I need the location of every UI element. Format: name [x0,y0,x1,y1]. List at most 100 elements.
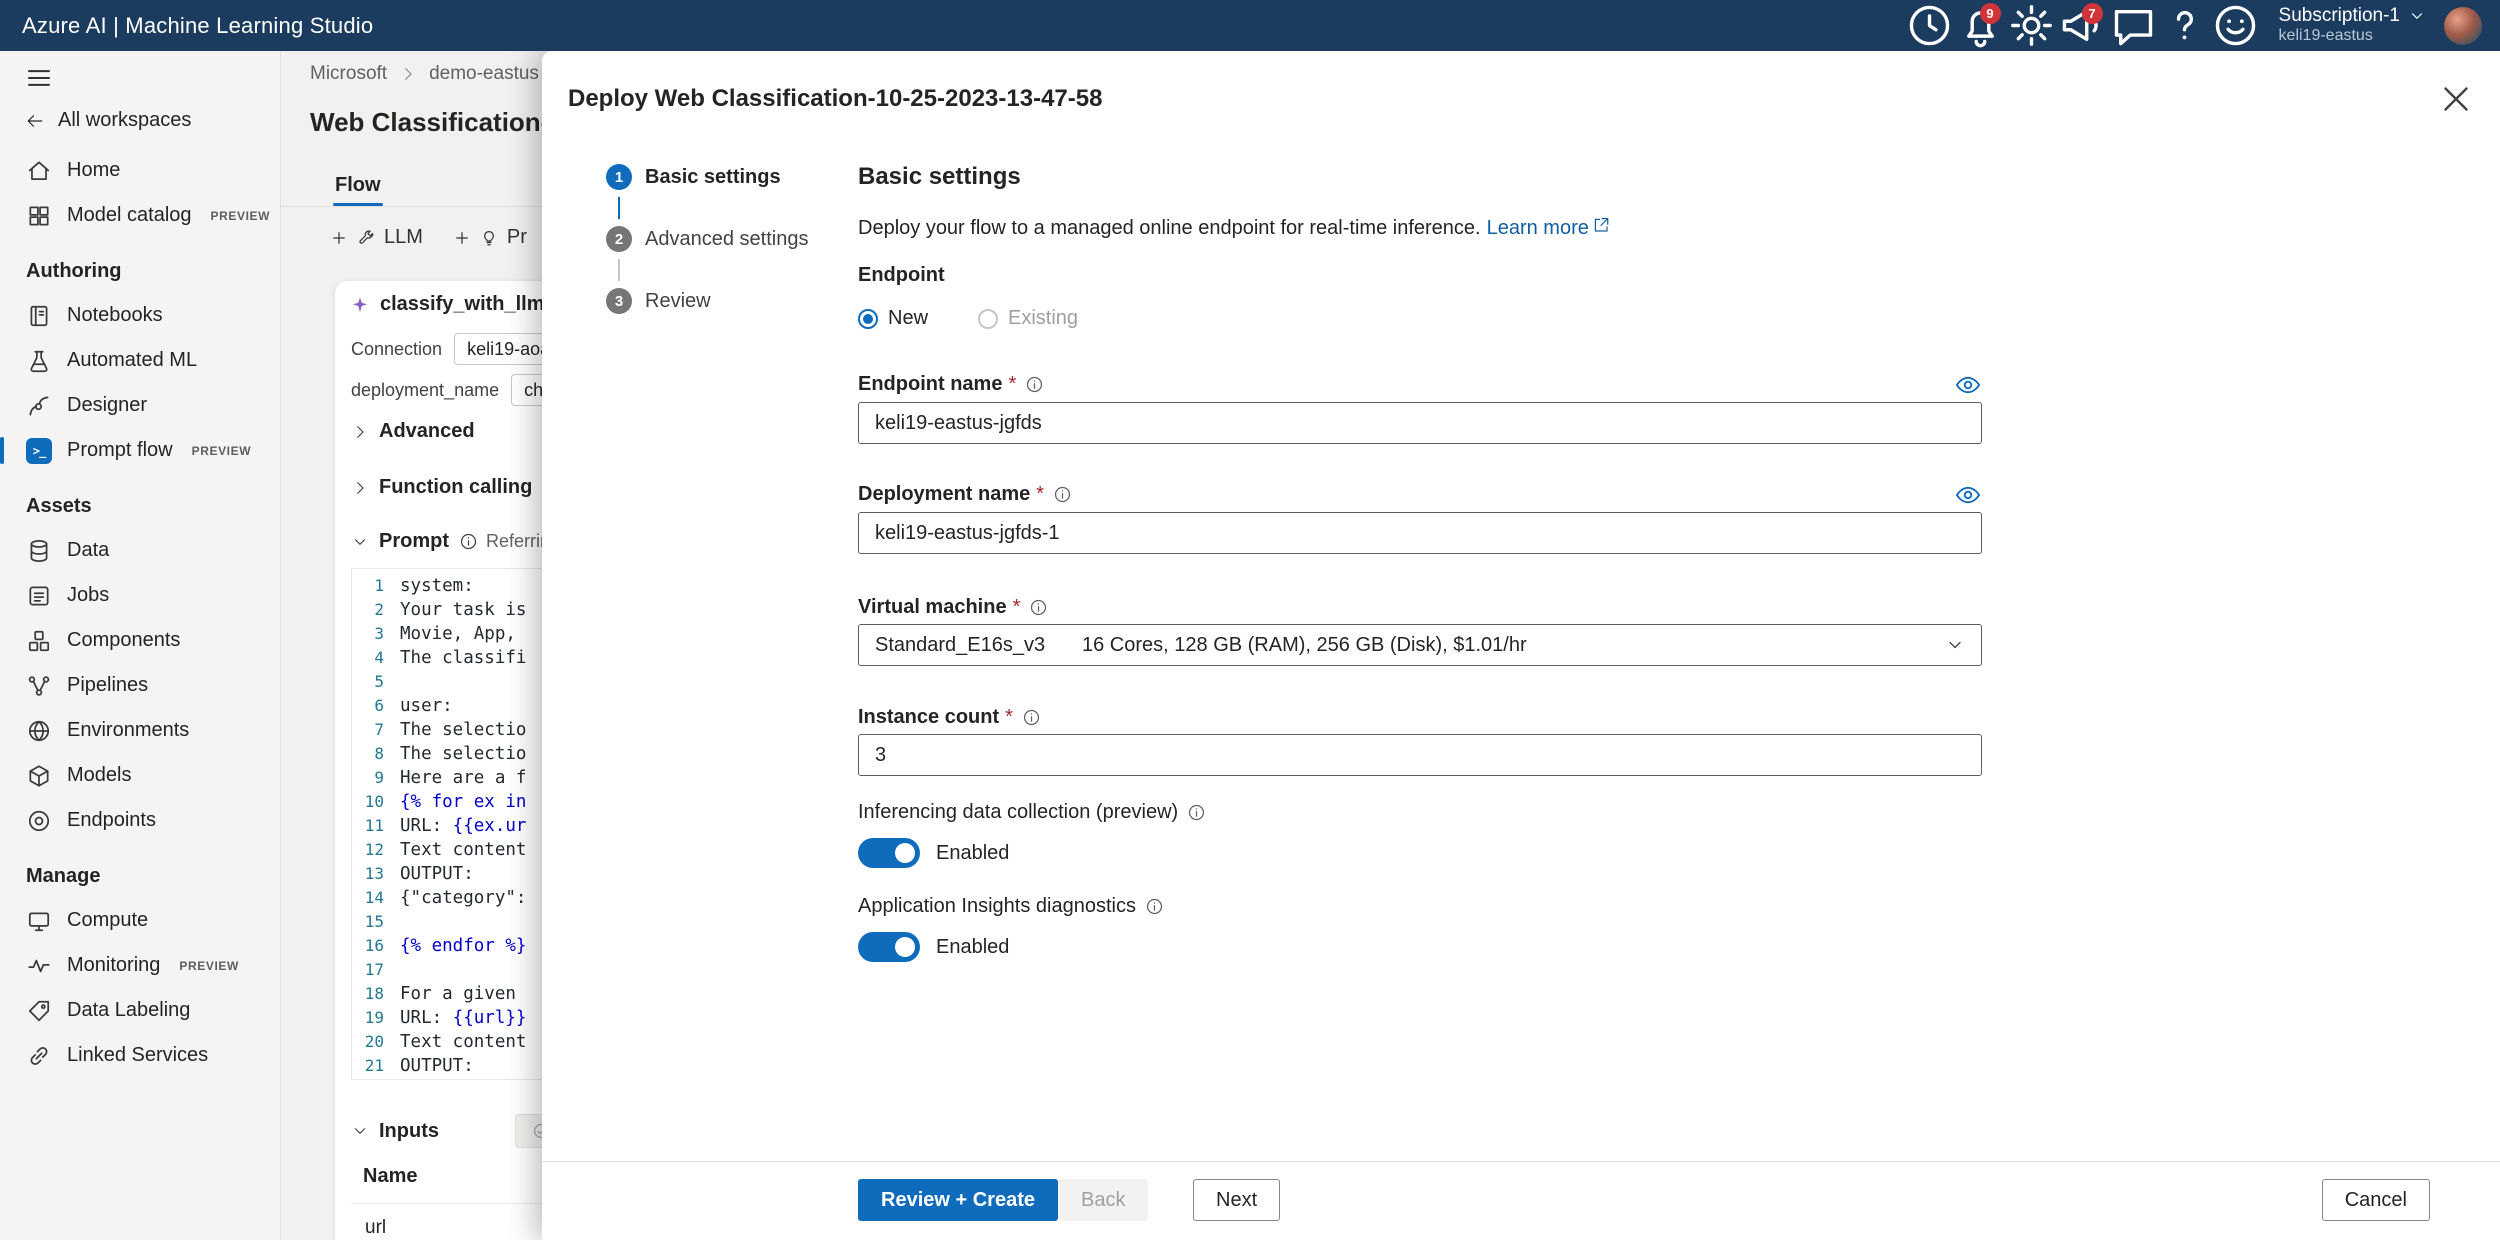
inferencing-label-row: Inferencing data collection (preview) [858,801,1206,824]
code-text: {"category": [400,888,527,908]
wizard-step-basic-settings[interactable]: 1 Basic settings [606,164,808,190]
announcements-icon[interactable]: 7 [2057,0,2108,51]
footer-divider [542,1161,2500,1162]
virtual-machine-label-row: Virtual machine * [858,596,1048,619]
radio-existing[interactable]: Existing [978,307,1078,330]
sidebar-item-label: Notebooks [67,304,163,326]
inferencing-toggle[interactable] [858,838,920,868]
radio-new[interactable]: New [858,307,928,330]
grid-icon [26,203,52,229]
virtual-machine-label: Virtual machine [858,596,1007,618]
endpoint-name-label: Endpoint name [858,373,1003,395]
section-advanced-label: Advanced [379,420,475,442]
sidebar-item-pipelines[interactable]: Pipelines [0,663,280,708]
eye-icon[interactable] [1954,481,1982,509]
sidebar-item-components[interactable]: Components [0,618,280,663]
line-number: 1 [374,576,384,595]
sidebar-item-jobs[interactable]: Jobs [0,573,280,618]
info-icon[interactable] [1053,485,1072,504]
step-label: Review [645,289,711,312]
section-prompt[interactable]: Prompt Referring [351,530,560,553]
sidebar-item-linked-services[interactable]: Linked Services [0,1033,280,1078]
sidebar-item-models[interactable]: Models [0,753,280,798]
breadcrumb-item-microsoft[interactable]: Microsoft [310,63,387,85]
wizard-step-review[interactable]: 3 Review [606,288,808,314]
info-icon[interactable] [1029,598,1048,617]
avatar[interactable] [2444,6,2482,45]
notifications-icon[interactable]: 9 [1955,0,2006,51]
sidebar-item-notebooks[interactable]: Notebooks [0,293,280,338]
sidebar-item-endpoints[interactable]: Endpoints [0,798,280,843]
breadcrumb-item-workspace[interactable]: demo-eastus [429,63,539,85]
sidebar-item-data-labeling[interactable]: Data Labeling [0,988,280,1033]
close-icon[interactable] [2438,81,2474,117]
info-icon[interactable] [1145,897,1164,916]
endpoints-icon [26,808,52,834]
line-number: 16 [364,936,384,955]
wizard-step-advanced-settings[interactable]: 2 Advanced settings [606,226,808,252]
virtual-machine-dropdown[interactable]: Standard_E16s_v3 16 Cores, 128 GB (RAM),… [858,624,1982,666]
components-icon [26,628,52,654]
help-icon[interactable] [2159,0,2210,51]
info-icon[interactable] [1022,708,1041,727]
history-icon[interactable] [1904,0,1955,51]
add-llm-button[interactable]: LLM [330,226,423,249]
hamburger-menu-icon[interactable] [24,63,54,93]
radio-new-label: New [888,307,929,329]
instance-count-input[interactable] [858,734,1982,776]
code-text: Movie, App, [400,624,516,644]
notification-badge: 7 [2081,3,2103,24]
subscription-switcher[interactable]: Subscription-1 keli19-eastus [2279,5,2426,45]
required-marker: * [1008,373,1017,395]
database-icon [26,538,52,564]
section-function-calling[interactable]: Function calling [351,476,532,499]
sidebar-item-designer[interactable]: Designer [0,383,280,428]
endpoint-name-input[interactable] [858,402,1982,444]
endpoint-group-label: Endpoint [858,264,945,286]
add-prompt-button[interactable]: Pr [453,226,527,249]
code-text: Text content [400,1032,527,1052]
sidebar-item-model-catalog[interactable]: Model catalog PREVIEW [0,193,280,238]
feedback-chat-icon[interactable] [2108,0,2159,51]
vm-selected-value: Standard_E16s_v3 [875,633,1046,656]
sidebar-item-prompt-flow[interactable]: >_ Prompt flow PREVIEW [0,428,280,473]
chevron-down-icon [351,533,369,551]
cancel-button[interactable]: Cancel [2321,1179,2430,1221]
sidebar-item-compute[interactable]: Compute [0,898,280,943]
info-icon[interactable] [1025,375,1044,394]
radio-existing-label: Existing [1008,307,1079,329]
sidebar-item-home[interactable]: Home [0,148,280,193]
next-button[interactable]: Next [1193,1179,1281,1221]
add-llm-label: LLM [384,226,423,248]
toggle-knob [895,937,915,957]
tab-flow[interactable]: Flow [333,174,383,206]
required-marker: * [1036,483,1045,505]
section-prompt-label: Prompt [379,530,449,552]
section-advanced[interactable]: Advanced [351,420,475,443]
code-text: The selectio [400,720,527,740]
topbar-icon-group: 97 [1904,0,2261,51]
line-number: 12 [364,840,384,859]
sidebar-item-environments[interactable]: Environments [0,708,280,753]
line-number: 4 [374,648,384,667]
sidebar-item-data[interactable]: Data [0,528,280,573]
back-button[interactable]: Back [1058,1179,1149,1221]
all-workspaces-back[interactable]: All workspaces [26,109,280,132]
learn-more-text: Learn more [1486,217,1589,239]
settings-icon[interactable] [2006,0,2057,51]
deployment-name-input[interactable] [858,512,1982,554]
eye-icon[interactable] [1954,371,1982,399]
info-icon[interactable] [1187,803,1206,822]
breadcrumb-chevron-icon [399,65,417,83]
sidebar-item-monitoring[interactable]: Monitoring PREVIEW [0,943,280,988]
sidebar-item-label: Compute [67,909,149,931]
sidebar-item-automated-ml[interactable]: Automated ML [0,338,280,383]
learn-more-link[interactable]: Learn more [1487,217,1610,240]
smiley-feedback-icon[interactable] [2210,0,2261,51]
llm-node-icon [351,296,369,314]
sidebar-item-label: Home [67,159,121,181]
plus-icon [453,229,471,247]
app-insights-toggle[interactable] [858,932,920,962]
review-create-button[interactable]: Review + Create [858,1179,1058,1221]
inputs-toggle[interactable]: Inputs [351,1120,439,1143]
